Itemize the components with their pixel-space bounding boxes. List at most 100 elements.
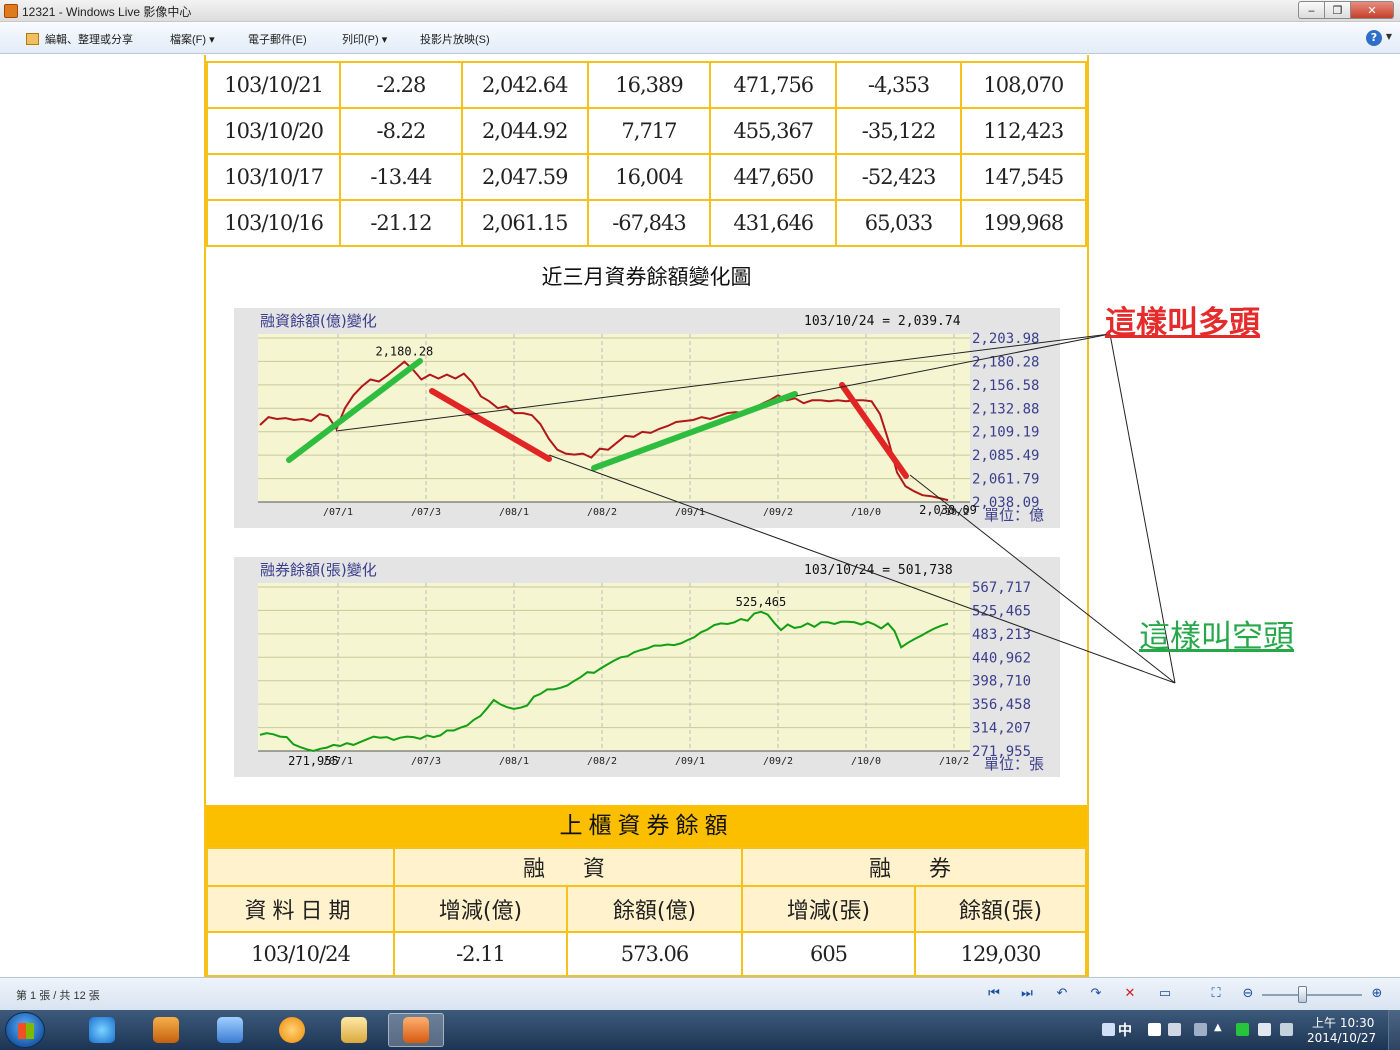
x-tick-label: /08/1: [499, 756, 529, 767]
taskbar-explorer[interactable]: [326, 1013, 382, 1047]
fit-to-window-icon[interactable]: ⛶: [1206, 985, 1226, 1003]
zoom-in-icon[interactable]: ⊕: [1367, 985, 1387, 1003]
x-tick-label: /07/1: [323, 507, 353, 518]
x-tick-label: /10/0: [851, 756, 881, 767]
windows-taskbar: 中 ▲ 上午 10:30 2014/10/27: [0, 1010, 1400, 1050]
next-icon[interactable]: ⏭: [1017, 985, 1037, 1003]
table-cell: -8.22: [339, 107, 463, 155]
table-cell: 103/10/20: [205, 107, 342, 155]
ime-mode-icon[interactable]: [1148, 1023, 1161, 1036]
title-bar: 12321 - Windows Live 影像中心 ‒ ❐ ✕: [0, 0, 1400, 22]
min-value-label: 271,955: [288, 754, 339, 768]
zoom-slider[interactable]: [1262, 994, 1362, 996]
y-tick-label: 440,962: [972, 650, 1031, 666]
rotate-right-icon[interactable]: ↷: [1086, 985, 1106, 1003]
blank-header-cell: [206, 847, 395, 887]
delete-icon[interactable]: ✕: [1120, 985, 1140, 1003]
table-cell: 2,047.59: [460, 153, 589, 201]
start-button[interactable]: [5, 1012, 45, 1048]
clock-time[interactable]: 上午 10:30: [1312, 1014, 1374, 1031]
table-row: 103/10/21 -2.28 2,042.64 16,389 471,756 -4,35…: [205, 61, 1088, 109]
table-cell: -52,423: [835, 153, 962, 201]
table-cell: 16,004: [586, 153, 712, 201]
chart-unit: 單位：億: [984, 506, 1045, 524]
slideshow-menu[interactable]: 投影片放映(S): [420, 31, 490, 47]
zoom-slider-thumb[interactable]: [1298, 986, 1307, 1003]
table-cell: 2,042.64: [460, 61, 589, 109]
taskbar-paint[interactable]: [202, 1013, 258, 1047]
x-tick-label: /08/2: [587, 507, 617, 518]
y-tick-label: 2,085.49: [972, 448, 1039, 464]
keyboard-icon[interactable]: [1168, 1023, 1181, 1036]
taskbar-media-player[interactable]: [138, 1013, 194, 1047]
minimize-button[interactable]: ‒: [1298, 1, 1324, 19]
taskbar-messenger[interactable]: [264, 1013, 320, 1047]
y-tick-label: 2,203.98: [972, 331, 1039, 347]
zoom-out-icon[interactable]: ⊖: [1238, 985, 1258, 1003]
photo-viewer: 103/10/21 -2.28 2,042.64 16,389 471,756 -4,35…: [0, 55, 1400, 977]
column-header: 餘額(億): [566, 885, 743, 933]
show-desktop-button[interactable]: [1388, 1010, 1400, 1050]
y-tick-label: 2,156.58: [972, 378, 1039, 394]
y-tick-label: 2,180.28: [972, 354, 1039, 370]
x-tick-label: /10/0: [851, 507, 881, 518]
clock-date[interactable]: 2014/10/27: [1307, 1031, 1376, 1045]
table-cell: 447,650: [709, 153, 838, 201]
y-tick-label: 356,458: [972, 697, 1031, 713]
volume-icon[interactable]: [1280, 1023, 1293, 1036]
window-title: 12321 - Windows Live 影像中心: [22, 5, 192, 19]
system-tray: 中 ▲ 上午 10:30 2014/10/27: [1100, 1010, 1400, 1050]
x-tick-label: /07/3: [411, 507, 441, 518]
slideshow-icon[interactable]: ▭: [1155, 985, 1175, 1003]
language-bar-icon[interactable]: [1102, 1023, 1115, 1036]
help-dropdown-icon[interactable]: ▼: [1386, 32, 1392, 41]
table-cell: 103/10/17: [205, 153, 342, 201]
edit-organize-share-menu[interactable]: 編輯、整理或分享: [26, 31, 133, 47]
media-player-icon: [153, 1017, 179, 1043]
previous-icon[interactable]: ⏮: [984, 985, 1004, 1003]
table-cell: 129,030: [914, 931, 1087, 977]
margin-balance-chart: 融資餘額(億)變化 103/10/24 = 2,039.74 2,203.98 2…: [234, 308, 1060, 528]
max-value-label: 525,465: [736, 595, 787, 609]
action-center-icon[interactable]: [1258, 1023, 1271, 1036]
y-tick-label: 2,132.88: [972, 401, 1039, 417]
internet-explorer-icon: [89, 1017, 115, 1043]
table-cell: 2,044.92: [460, 107, 589, 155]
file-menu[interactable]: 檔案(F) ▾: [170, 31, 215, 47]
table-cell: -13.44: [339, 153, 463, 201]
table-cell: 431,646: [709, 199, 838, 247]
table-cell: -67,843: [586, 199, 712, 247]
print-menu[interactable]: 列印(P) ▾: [342, 31, 387, 47]
plot-area: [258, 334, 970, 502]
table-cell: -21.12: [339, 199, 463, 247]
plot-area: [258, 583, 970, 751]
y-tick-label: 398,710: [972, 674, 1031, 690]
table-cell: 65,033: [835, 199, 962, 247]
line-app-icon[interactable]: [1236, 1023, 1249, 1036]
margin-group-header: 融 資: [393, 847, 743, 887]
max-value-label: 2,180.28: [375, 345, 433, 359]
x-tick-label: /10/2: [939, 756, 969, 767]
windows-logo-icon: [18, 1023, 34, 1039]
menu-bar: 編輯、整理或分享 檔案(F) ▾ 電子郵件(E) 列印(P) ▾ 投影片放映(S…: [0, 22, 1400, 54]
network-icon[interactable]: [1194, 1023, 1207, 1036]
rotate-left-icon[interactable]: ↶: [1052, 985, 1072, 1003]
photo-gallery-icon: [403, 1017, 429, 1043]
show-hidden-icons[interactable]: ▲: [1214, 1022, 1222, 1033]
table-cell: 471,756: [709, 61, 838, 109]
ime-indicator[interactable]: 中: [1118, 1020, 1132, 1040]
maximize-button[interactable]: ❐: [1324, 1, 1350, 19]
close-button[interactable]: ✕: [1350, 1, 1394, 19]
help-icon[interactable]: ?: [1366, 30, 1382, 46]
folder-icon: [341, 1017, 367, 1043]
x-tick-label: /09/2: [763, 756, 793, 767]
y-tick-label: 567,717: [972, 580, 1031, 596]
email-menu[interactable]: 電子郵件(E): [248, 31, 307, 47]
table-cell: 103/10/16: [205, 199, 342, 247]
taskbar-photo-gallery[interactable]: [388, 1013, 444, 1047]
y-tick-label: 314,207: [972, 721, 1031, 737]
taskbar-ie[interactable]: [74, 1013, 130, 1047]
edit-icon: [26, 33, 39, 45]
x-tick-label: /07/3: [411, 756, 441, 767]
otc-margin-caption: 上櫃資券餘額: [206, 805, 1087, 847]
